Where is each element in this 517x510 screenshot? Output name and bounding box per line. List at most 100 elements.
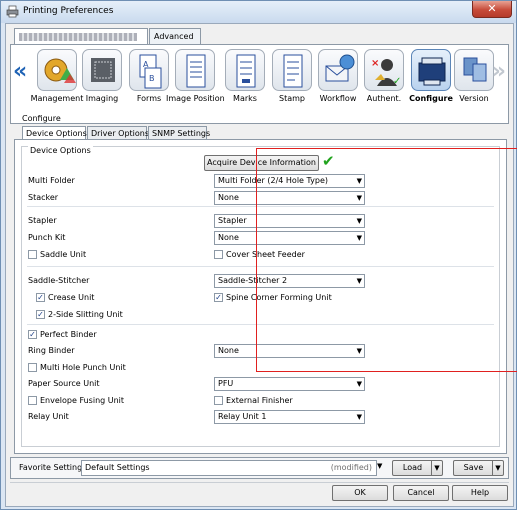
divider — [27, 324, 494, 325]
tab-snmp-settings[interactable]: SNMP Settings — [148, 126, 210, 140]
ok-button[interactable]: OK — [332, 485, 388, 501]
window-title: Printing Preferences — [23, 6, 114, 16]
saddle-stitcher-select[interactable]: Saddle-Stitcher 2 ▼ — [214, 274, 365, 288]
printer-app-icon — [6, 5, 19, 18]
spine-corner-forming-unit-label: Spine Corner Forming Unit — [226, 293, 332, 302]
checkbox-checked-icon: ✓ — [214, 293, 223, 302]
modified-indicator: (modified) — [330, 463, 372, 472]
paper-source-unit-select[interactable]: PFU ▼ — [214, 377, 365, 391]
device-options-panel: Device Options Acquire Device Informatio… — [14, 139, 507, 454]
favorite-setting-combo[interactable]: Default Settings (modified) — [81, 460, 377, 476]
saddle-stitcher-value: Saddle-Stitcher 2 — [218, 276, 288, 285]
checkbox-checked-icon: ✓ — [36, 310, 45, 319]
load-button[interactable]: Load ▼ — [392, 460, 443, 476]
redacted-printer-name — [19, 32, 137, 41]
ring-binder-label: Ring Binder — [28, 346, 75, 355]
save-button[interactable]: Save ▼ — [453, 460, 504, 476]
perfect-binder-label: Perfect Binder — [40, 330, 97, 339]
save-dropdown-arrow-icon[interactable]: ▼ — [492, 461, 503, 475]
checkbox-box — [28, 363, 37, 372]
two-side-slitting-unit-label: 2-Side Slitting Unit — [48, 310, 123, 319]
envelope-fusing-unit-checkbox[interactable]: Envelope Fusing Unit — [28, 395, 124, 406]
tab-advanced[interactable]: Advanced — [149, 28, 201, 44]
multi-hole-punch-unit-label: Multi Hole Punch Unit — [40, 363, 126, 372]
divider — [27, 206, 494, 207]
title-bar: Printing Preferences ✕ — [1, 1, 516, 23]
checkbox-checked-icon: ✓ — [36, 293, 45, 302]
marks-icon — [225, 49, 265, 91]
envelope-fusing-unit-label: Envelope Fusing Unit — [40, 396, 125, 405]
save-button-label: Save — [463, 463, 484, 472]
relay-unit-select[interactable]: Relay Unit 1 ▼ — [214, 410, 365, 424]
cover-sheet-feeder-checkbox[interactable]: Cover Sheet Feeder — [214, 249, 305, 260]
saddle-unit-label: Saddle Unit — [40, 250, 87, 259]
external-finisher-label: External Finisher — [226, 396, 293, 405]
multi-folder-select[interactable]: Multi Folder (2/4 Hole Type) ▼ — [214, 174, 365, 188]
dropdown-arrow-icon: ▼ — [356, 413, 362, 421]
load-button-label: Load — [402, 463, 423, 472]
acquire-device-information-button[interactable]: Acquire Device Information — [204, 155, 319, 171]
section-label-configure: Configure — [22, 114, 61, 123]
svg-text:×: × — [371, 58, 379, 69]
scroll-left-arrow-icon[interactable]: « — [13, 61, 27, 83]
crease-unit-label: Crease Unit — [48, 293, 95, 302]
favorite-dropdown-arrow-icon[interactable]: ▼ — [377, 462, 382, 470]
multi-hole-punch-unit-checkbox[interactable]: Multi Hole Punch Unit — [28, 362, 126, 373]
function-icon-strip: « Management Imaging A B Forms Image Pos… — [10, 44, 509, 124]
dropdown-arrow-icon: ▼ — [356, 277, 362, 285]
forms-icon: A B — [129, 49, 169, 91]
dropdown-arrow-icon: ▼ — [356, 217, 362, 225]
stacker-value: None — [218, 193, 239, 202]
saddle-unit-checkbox[interactable]: Saddle Unit — [28, 249, 86, 260]
tab-label: Advanced — [154, 32, 194, 41]
imaging-icon — [82, 49, 122, 91]
management-icon — [37, 49, 77, 91]
acquired-check-icon: ✔ — [322, 152, 335, 170]
relay-unit-value: Relay Unit 1 — [218, 412, 267, 421]
function-tab-label: Version — [459, 94, 489, 103]
punch-kit-select[interactable]: None ▼ — [214, 231, 365, 245]
saddle-stitcher-label: Saddle-Stitcher — [28, 276, 90, 285]
checkbox-box — [214, 250, 223, 259]
scroll-right-arrow-icon[interactable]: » — [492, 61, 506, 83]
multi-folder-value: Multi Folder (2/4 Hole Type) — [218, 176, 328, 185]
image-position-icon — [175, 49, 215, 91]
checkbox-box — [214, 396, 223, 405]
dropdown-arrow-icon: ▼ — [356, 177, 362, 185]
cover-sheet-feeder-label: Cover Sheet Feeder — [226, 250, 305, 259]
workflow-icon — [318, 49, 358, 91]
ring-binder-value: None — [218, 346, 239, 355]
crease-unit-checkbox[interactable]: ✓ Crease Unit — [36, 292, 94, 303]
favorite-setting-label: Favorite Setting — [19, 463, 83, 472]
device-options-group: Device Options Acquire Device Informatio… — [21, 146, 500, 447]
dropdown-arrow-icon: ▼ — [356, 234, 362, 242]
relay-unit-label: Relay Unit — [28, 412, 69, 421]
load-dropdown-arrow-icon[interactable]: ▼ — [431, 461, 442, 475]
stacker-select[interactable]: None ▼ — [214, 191, 365, 205]
dialog-client: PS Advanced « Management — [5, 23, 514, 507]
authentication-icon: × ✓ — [364, 49, 404, 91]
close-button[interactable]: ✕ — [472, 1, 512, 18]
checkbox-checked-icon: ✓ — [28, 330, 37, 339]
tab-printer-ps[interactable]: PS — [14, 28, 148, 56]
group-title: Device Options — [28, 146, 93, 155]
external-finisher-checkbox[interactable]: External Finisher — [214, 395, 293, 406]
svg-text:✓: ✓ — [393, 76, 401, 87]
cancel-button[interactable]: Cancel — [393, 485, 449, 501]
favorite-setting-value: Default Settings — [85, 463, 150, 472]
help-button[interactable]: Help — [452, 485, 508, 501]
spine-corner-forming-unit-checkbox[interactable]: ✓ Spine Corner Forming Unit — [214, 292, 332, 303]
ring-binder-select[interactable]: None ▼ — [214, 344, 365, 358]
punch-kit-label: Punch Kit — [28, 233, 66, 242]
paper-source-unit-label: Paper Source Unit — [28, 379, 100, 388]
paper-source-unit-value: PFU — [218, 379, 234, 388]
punch-kit-value: None — [218, 233, 239, 242]
dropdown-arrow-icon: ▼ — [356, 347, 362, 355]
two-side-slitting-unit-checkbox[interactable]: ✓ 2-Side Slitting Unit — [36, 309, 123, 320]
stapler-value: Stapler — [218, 216, 247, 225]
stacker-label: Stacker — [28, 193, 59, 202]
perfect-binder-checkbox[interactable]: ✓ Perfect Binder — [28, 329, 97, 340]
stamp-icon — [272, 49, 312, 91]
stapler-select[interactable]: Stapler ▼ — [214, 214, 365, 228]
tab-driver-options[interactable]: Driver Options — [87, 126, 149, 140]
